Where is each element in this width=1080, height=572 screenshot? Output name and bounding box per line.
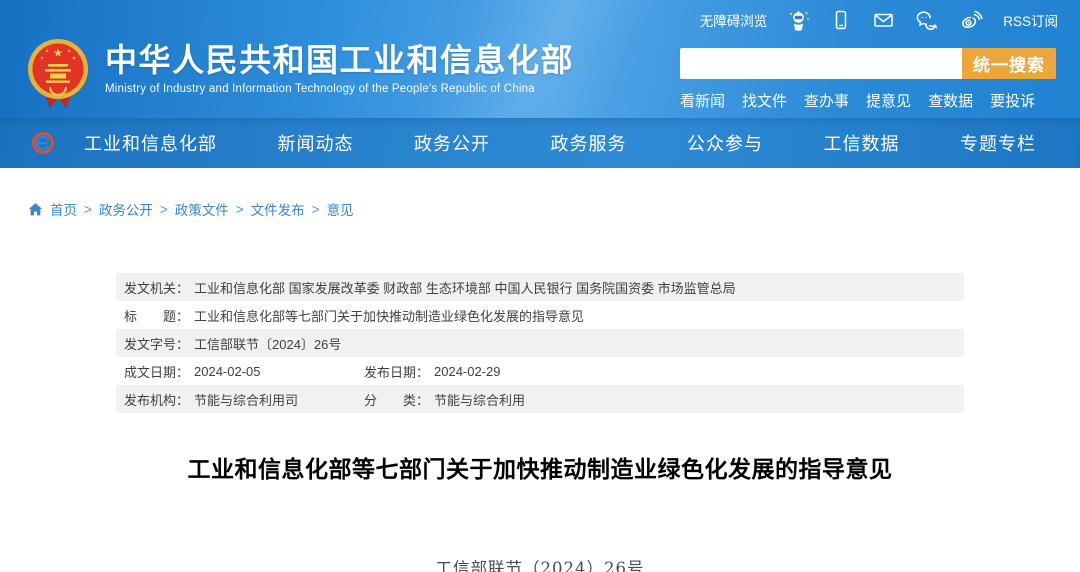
breadcrumb-gov-openness[interactable]: 政务公开 [99, 199, 153, 219]
search-area: 统一搜索 看新闻 找文件 查办事 提意见 查数据 要投诉 [680, 48, 1056, 111]
weibo-icon[interactable] [959, 9, 983, 31]
nav-item-gov-openness[interactable]: 政务公开 [414, 130, 490, 156]
quick-link-files[interactable]: 找文件 [742, 90, 787, 111]
nav-item-ministry[interactable]: 工业和信息化部 [84, 130, 217, 156]
field-value: 2024-02-05 [194, 363, 261, 379]
table-cell: 发布日期： 2024-02-29 [364, 362, 501, 381]
article-doc-number: 工信部联节（2024）26号 [435, 559, 645, 572]
field-label: 发布日期： [364, 364, 430, 380]
search-quick-links: 看新闻 找文件 查办事 提意见 查数据 要投诉 [680, 90, 1056, 111]
search-bar: 统一搜索 [680, 48, 1056, 79]
mobile-phone-icon[interactable] [830, 9, 852, 31]
wechat-icon[interactable] [915, 9, 939, 31]
table-cell: 发文字号： 工信部联节〔2024〕26号 [124, 334, 341, 353]
home-icon[interactable] [28, 202, 43, 217]
quick-link-news[interactable]: 看新闻 [680, 90, 725, 111]
field-value: 2024-02-29 [434, 363, 501, 379]
breadcrumb-current-opinions[interactable]: 意见 [327, 199, 354, 219]
nav-item-gov-services[interactable]: 政务服务 [551, 130, 627, 156]
utility-bar: 无障碍浏览 RSS订阅 [0, 0, 1080, 40]
table-cell: 发文机关： 工业和信息化部 国家发展改革委 财政部 生态环境部 中国人民银行 国… [124, 278, 736, 297]
rss-link[interactable]: RSS订阅 [1003, 10, 1058, 30]
breadcrumb-separator: > [159, 201, 168, 217]
national-emblem-icon [28, 39, 88, 108]
table-row-dates: 成文日期： 2024-02-05 发布日期： 2024-02-29 [116, 357, 964, 385]
brand-text: 中华人民共和国工业和信息化部 Ministry of Industry and … [105, 40, 574, 95]
quick-link-data[interactable]: 查数据 [928, 90, 973, 111]
document-meta-table: 发文机关： 工业和信息化部 国家发展改革委 财政部 生态环境部 中国人民银行 国… [116, 273, 964, 413]
breadcrumb-file-release[interactable]: 文件发布 [251, 199, 305, 219]
search-input[interactable] [680, 48, 962, 79]
table-cell: 成文日期： 2024-02-05 [124, 362, 364, 381]
table-row-publisher-category: 发布机构： 节能与综合利用司 分 类： 节能与综合利用 [116, 385, 964, 413]
field-value: 工业和信息化部等七部门关于加快推动制造业绿色化发展的指导意见 [194, 308, 585, 324]
field-value: 工业和信息化部 国家发展改革委 财政部 生态环境部 中国人民银行 国务院国资委 … [194, 280, 736, 296]
miit-e-logo-icon [32, 132, 54, 154]
table-cell: 标 题： 工业和信息化部等七部门关于加快推动制造业绿色化发展的指导意见 [124, 306, 584, 325]
table-cell: 分 类： 节能与综合利用 [364, 390, 525, 409]
nav-items: 工业和信息化部 新闻动态 政务公开 政务服务 公众参与 工信数据 专题专栏 [84, 130, 1050, 156]
field-value: 节能与综合利用司 [194, 392, 299, 408]
breadcrumb-separator: > [235, 201, 244, 217]
quick-link-suggest[interactable]: 提意见 [866, 90, 911, 111]
nav-item-special-topics[interactable]: 专题专栏 [960, 130, 1036, 156]
table-row-title: 标 题： 工业和信息化部等七部门关于加快推动制造业绿色化发展的指导意见 [116, 301, 964, 329]
article-title: 工业和信息化部等七部门关于加快推动制造业绿色化发展的指导意见 [187, 456, 893, 482]
robot-mascot-icon[interactable] [787, 9, 810, 32]
breadcrumb-separator: > [311, 201, 320, 217]
field-label: 发文字号： [124, 336, 190, 352]
field-value: 节能与综合利用 [434, 392, 526, 408]
site-title-en: Ministry of Industry and Information Tec… [105, 83, 535, 95]
breadcrumb-policy-files[interactable]: 政策文件 [175, 199, 229, 219]
field-label: 标 题： [124, 308, 190, 324]
field-label: 发布机构： [124, 392, 190, 408]
field-label: 分 类： [364, 392, 430, 408]
breadcrumb-separator: > [84, 201, 92, 217]
site-title-cn: 中华人民共和国工业和信息化部 [105, 42, 575, 78]
table-row-issuing-authority: 发文机关： 工业和信息化部 国家发展改革委 财政部 生态环境部 中国人民银行 国… [116, 273, 964, 301]
site-header: 无障碍浏览 RSS订阅 中华人民共和国工业和信息化部 Ministry of I… [0, 0, 1080, 118]
envelope-icon[interactable] [872, 9, 895, 31]
unified-search-button[interactable]: 统一搜索 [962, 48, 1056, 79]
accessibility-link[interactable]: 无障碍浏览 [700, 10, 768, 30]
field-label: 发文机关： [124, 280, 190, 296]
table-cell: 发布机构： 节能与综合利用司 [124, 390, 364, 409]
breadcrumb: 首页 > 政务公开 > 政策文件 > 文件发布 > 意见 [28, 199, 1080, 219]
field-label: 成文日期： [124, 364, 190, 380]
breadcrumb-home[interactable]: 首页 [50, 199, 77, 219]
nav-item-news[interactable]: 新闻动态 [278, 130, 354, 156]
nav-item-participation[interactable]: 公众参与 [687, 130, 763, 156]
main-nav: 工业和信息化部 新闻动态 政务公开 政务服务 公众参与 工信数据 专题专栏 [0, 118, 1080, 168]
quick-link-complaint[interactable]: 要投诉 [990, 90, 1035, 111]
quick-link-services[interactable]: 查办事 [804, 90, 849, 111]
table-row-doc-number: 发文字号： 工信部联节〔2024〕26号 [116, 329, 964, 357]
field-value: 工信部联节〔2024〕26号 [194, 336, 342, 352]
nav-item-miit-data[interactable]: 工信数据 [824, 130, 900, 156]
